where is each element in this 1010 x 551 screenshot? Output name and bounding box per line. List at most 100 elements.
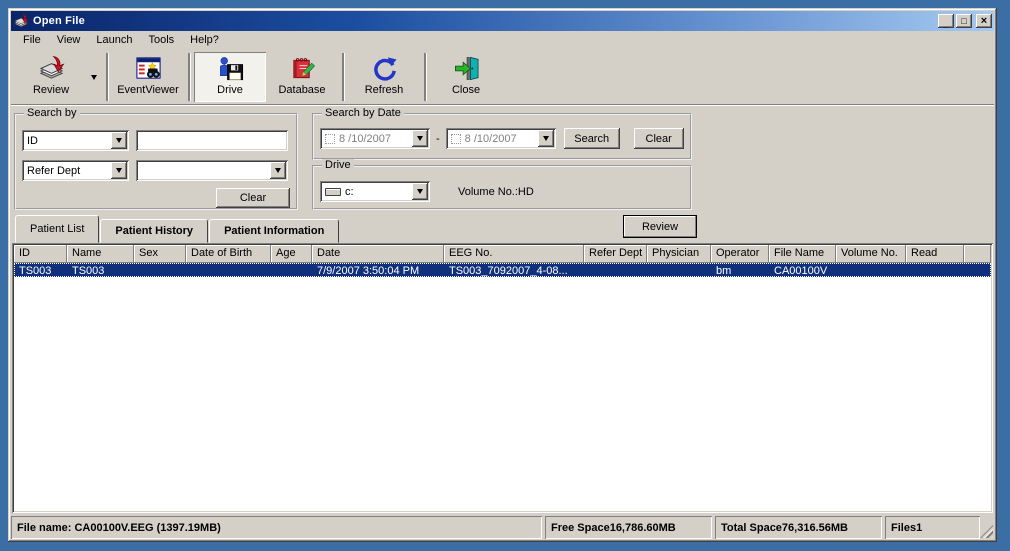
chevron-down-icon [543, 136, 549, 141]
menu-bar: File View Launch Tools Help? [11, 31, 994, 50]
table-cell [647, 263, 711, 277]
toolbar-button-label: Refresh [365, 84, 404, 96]
chevron-down-icon [116, 138, 122, 143]
column-header[interactable]: File Name [769, 245, 836, 263]
status-file-name: File name: CA00100V.EEG (1397.19MB) [11, 516, 542, 539]
dropdown-button[interactable] [111, 132, 127, 149]
search-by-title: Search by [24, 107, 80, 119]
menu-tools[interactable]: Tools [140, 32, 182, 49]
table-body: TS003TS0037/9/2007 3:50:04 PMTS003_70920… [14, 263, 991, 277]
column-header[interactable]: Age [271, 245, 312, 263]
tab-patient-list[interactable]: Patient List [15, 215, 99, 243]
menu-launch[interactable]: Launch [88, 32, 140, 49]
table-cell [271, 263, 312, 277]
toolbar-button-eventviewer[interactable]: EventViewer [112, 52, 184, 102]
search-value-2-select[interactable] [136, 160, 288, 181]
drive-group: Drive c: Volume No.:HD [312, 165, 692, 210]
date-from-picker[interactable]: 8 /10/2007 [320, 128, 430, 149]
table-cell [134, 263, 186, 277]
column-header[interactable]: Name [67, 245, 134, 263]
column-header[interactable]: ID [14, 245, 67, 263]
button-label: Review [642, 221, 678, 233]
column-header[interactable]: Sex [134, 245, 186, 263]
table-cell: TS003 [67, 263, 134, 277]
event-viewer-icon [135, 55, 162, 82]
search-by-date-group: Search by Date 8 /10/2007 - 8 /10/2007 [312, 113, 692, 160]
date-from-value: 8 /10/2007 [339, 133, 412, 145]
search-type-1-value: ID [27, 135, 111, 147]
maximize-button[interactable]: □ [956, 14, 972, 28]
search-value-1-input[interactable] [136, 130, 288, 151]
button-label: Search [574, 133, 609, 145]
tab-label: Patient History [115, 225, 193, 237]
review-dropdown-arrow[interactable] [87, 52, 100, 102]
window-title: Open File [33, 15, 85, 27]
toolbar-button-refresh[interactable]: Refresh [348, 52, 420, 102]
column-header[interactable]: EEG No. [444, 245, 584, 263]
status-text: Total Space76,316.56MB [721, 522, 848, 534]
date-to-picker[interactable]: 8 /10/2007 [446, 128, 556, 149]
minimize-button[interactable]: _ [938, 14, 954, 28]
column-header[interactable]: Read [906, 245, 964, 263]
drive-select[interactable]: c: [320, 181, 430, 202]
tab-patient-information[interactable]: Patient Information [209, 219, 339, 243]
drive-selected-value: c: [345, 186, 412, 198]
review-button[interactable]: Review [623, 215, 697, 238]
table-cell: CA00100V [769, 263, 836, 277]
table-cell: 7/9/2007 3:50:04 PM [312, 263, 444, 277]
table-header-row: IDNameSexDate of BirthAgeDateEEG No.Refe… [14, 245, 991, 263]
database-icon [289, 55, 316, 82]
column-header[interactable]: Refer Dept [584, 245, 647, 263]
toolbar-separator [106, 53, 108, 101]
search-area: Search by ID Refer Dept [11, 105, 994, 213]
column-header[interactable]: Volume No. [836, 245, 906, 263]
resize-grip[interactable] [983, 516, 994, 539]
drive-title: Drive [322, 159, 354, 171]
chevron-down-icon [417, 136, 423, 141]
table-cell: TS003_7092007_4-08... [444, 263, 584, 277]
date-from-checkbox[interactable] [325, 134, 335, 144]
volume-number-label: Volume No.:HD [458, 186, 534, 198]
table-cell [906, 263, 964, 277]
menu-file[interactable]: File [15, 32, 49, 49]
toolbar-separator [424, 53, 426, 101]
button-label: Clear [240, 192, 266, 204]
column-header[interactable]: Physician [647, 245, 711, 263]
status-files-count: Files1 [885, 516, 980, 539]
dropdown-button[interactable] [270, 162, 286, 179]
dropdown-button[interactable] [412, 130, 428, 147]
search-type-1-select[interactable]: ID [22, 130, 129, 151]
close-button[interactable]: × [976, 14, 992, 28]
menu-view[interactable]: View [49, 32, 89, 49]
table-cell: bm [711, 263, 769, 277]
dropdown-button[interactable] [412, 183, 428, 200]
status-bar: File name: CA00100V.EEG (1397.19MB) Free… [11, 516, 994, 539]
toolbar-button-label: Database [278, 84, 325, 96]
menu-help[interactable]: Help? [182, 32, 227, 49]
toolbar-button-review[interactable]: Review [15, 52, 87, 102]
toolbar-separator [188, 53, 190, 101]
date-clear-button[interactable]: Clear [634, 128, 684, 149]
toolbar-button-label: EventViewer [117, 84, 179, 96]
table-row[interactable]: TS003TS0037/9/2007 3:50:04 PMTS003_70920… [14, 263, 991, 277]
search-clear-button[interactable]: Clear [216, 188, 290, 208]
chevron-down-icon [417, 189, 423, 194]
column-header[interactable]: Operator [711, 245, 769, 263]
toolbar-button-database[interactable]: Database [266, 52, 338, 102]
search-type-2-select[interactable]: Refer Dept [22, 160, 129, 181]
date-to-checkbox[interactable] [451, 134, 461, 144]
table-cell [584, 263, 647, 277]
column-header[interactable]: Date of Birth [186, 245, 271, 263]
status-text: Free Space16,786.60MB [551, 522, 676, 534]
dropdown-button[interactable] [111, 162, 127, 179]
toolbar-button-close[interactable]: Close [430, 52, 502, 102]
toolbar-button-drive[interactable]: Drive [194, 52, 266, 102]
tab-patient-history[interactable]: Patient History [100, 219, 208, 243]
column-header[interactable]: Date [312, 245, 444, 263]
dropdown-button[interactable] [538, 130, 554, 147]
open-file-window: Open File _ □ × File View Launch Tools H… [8, 8, 997, 542]
date-search-button[interactable]: Search [564, 128, 620, 149]
chevron-down-icon [116, 168, 122, 173]
date-to-value: 8 /10/2007 [465, 133, 538, 145]
search-type-2-value: Refer Dept [27, 165, 111, 177]
